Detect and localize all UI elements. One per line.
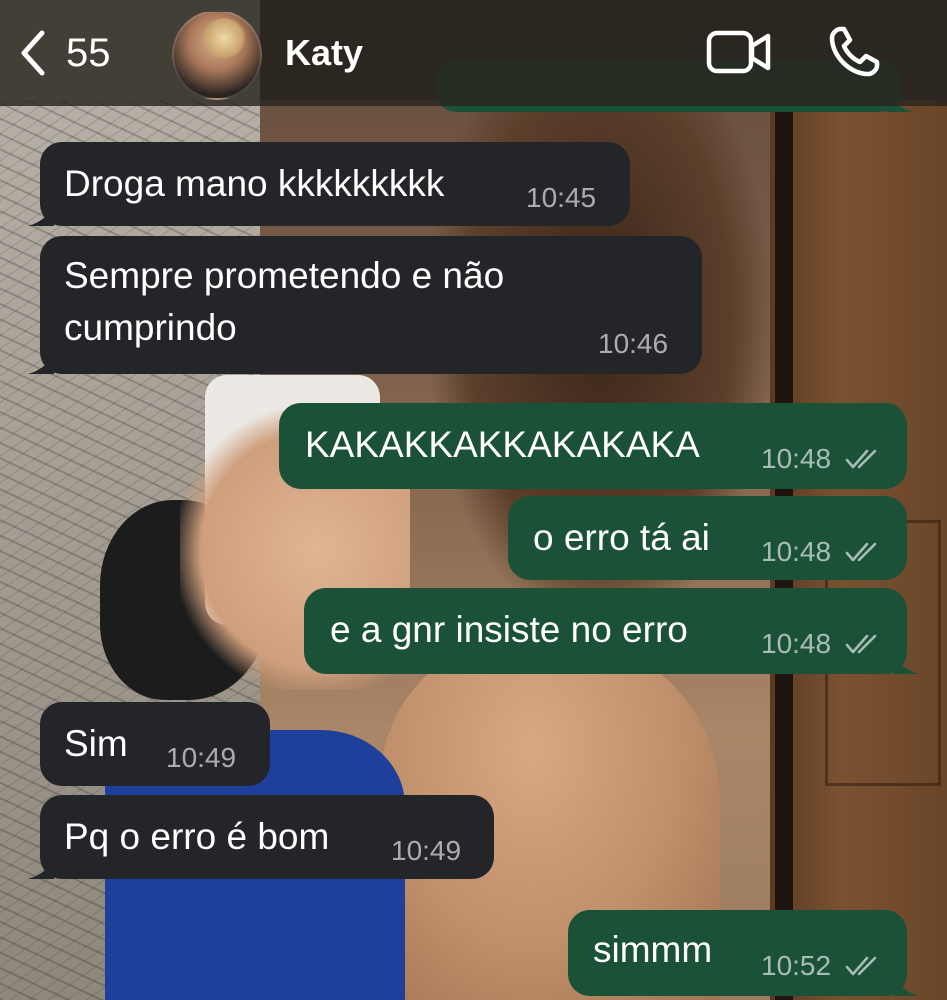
message-bubble-outgoing[interactable]: o erro tá ai 10:48 [508,496,907,580]
bubble-tail [893,652,919,674]
message-text: Sim [64,723,128,764]
message-time: 10:48 [761,443,832,474]
bubble-tail [28,857,54,879]
message-text-line-2: cumprindo [64,307,237,348]
message-bubble-incoming[interactable]: Sim 10:49 [40,702,270,786]
avatar-photo [202,18,246,58]
double-check-icon [845,634,877,654]
message-text: Droga mano kkkkkkkkk [64,163,445,204]
message-text: Pq o erro é bom [64,816,330,857]
message-time: 10:49 [166,742,237,773]
message-text-line-1: Sempre prometendo e não [64,255,505,296]
double-check-icon [845,956,877,976]
phone-icon [829,26,880,77]
double-check-icon [845,542,877,562]
video-camera-icon [706,30,771,74]
voice-call-button[interactable] [828,26,880,78]
chevron-left-icon [21,30,45,76]
unread-count: 55 [66,30,111,75]
message-bubble-incoming[interactable]: Droga mano kkkkkkkkk 10:45 [28,142,630,226]
message-bubble-outgoing[interactable]: simmm 10:52 [568,910,919,996]
message-time: 10:52 [761,950,832,981]
message-bubble-incoming[interactable]: Sempre prometendo e não cumprindo 10:46 [28,236,702,374]
message-time: 10:48 [761,628,832,659]
message-text: KAKAKKAKKAKAKAKA [305,424,700,465]
bubble-tail [893,974,919,996]
back-button[interactable]: 55 [18,26,111,80]
chat-screen: 55 Katy Droga mano kkkkkkkkk 10:45 Sempr… [0,0,947,1000]
video-call-button[interactable] [706,30,772,74]
chat-header: 55 Katy [0,0,947,106]
avatar[interactable] [172,10,262,100]
message-text: simmm [593,929,713,970]
bubble-tail [28,204,54,226]
message-bubble-incoming[interactable]: Pq o erro é bom 10:49 [28,795,494,879]
message-time: 10:46 [598,328,669,359]
contact-name[interactable]: Katy [285,32,363,74]
message-time: 10:49 [391,835,462,866]
message-bubble-outgoing[interactable]: e a gnr insiste no erro 10:48 [304,588,919,674]
message-bubble-outgoing[interactable]: KAKAKKAKKAKAKAKA 10:48 [279,403,907,489]
message-text: o erro tá ai [533,517,710,558]
message-time: 10:45 [526,182,597,213]
message-time: 10:48 [761,536,832,567]
double-check-icon [845,449,877,469]
bubble-tail [28,352,54,374]
message-text: e a gnr insiste no erro [330,609,688,650]
